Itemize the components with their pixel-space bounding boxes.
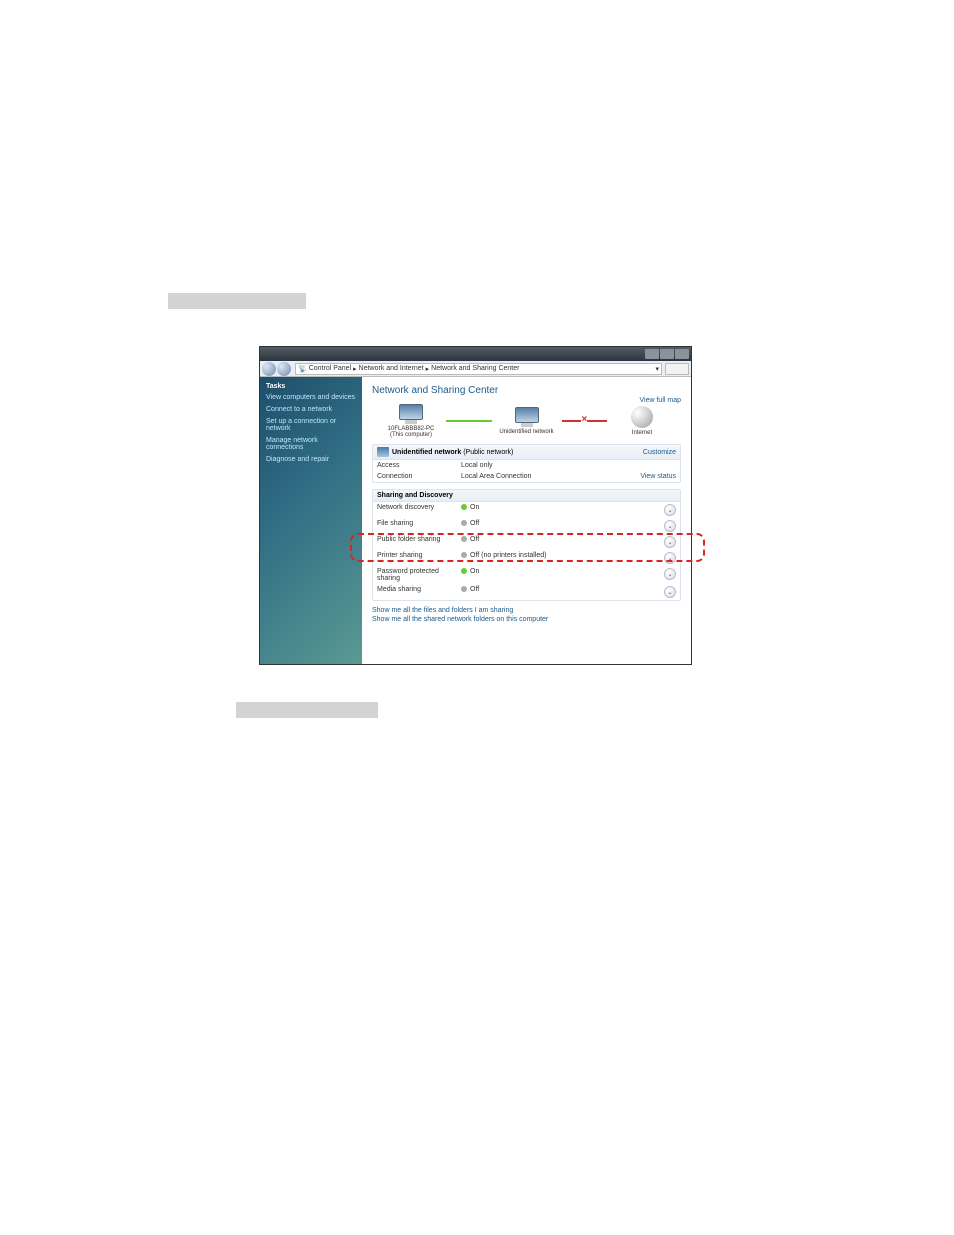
titlebar: [260, 347, 691, 361]
row-media-sharing: Media sharing Off ⌄: [373, 584, 680, 600]
expand-button[interactable]: ⌄: [664, 504, 676, 516]
expand-button[interactable]: ⌄: [664, 536, 676, 548]
expand-button[interactable]: ⌄: [664, 568, 676, 580]
connection-line-broken: [562, 420, 608, 422]
bottom-links: Show me all the files and folders I am s…: [372, 607, 681, 623]
network-type-label: (Public network): [463, 449, 513, 456]
sidebar-header: Tasks: [266, 383, 356, 390]
customize-link[interactable]: Customize: [643, 449, 676, 456]
sharing-header: Sharing and Discovery: [377, 492, 453, 499]
network-map: 10FLABBB82-PC (This computer) Unidentifi…: [376, 404, 677, 438]
row-public-folder: Public folder sharing Off ⌄: [373, 534, 680, 550]
node-label: Internet: [607, 430, 677, 436]
access-key: Access: [377, 462, 461, 469]
node-internet: Internet: [607, 406, 677, 436]
status-dot-off: [461, 536, 467, 542]
status-dot-off: [461, 520, 467, 526]
minimize-button[interactable]: [645, 349, 659, 359]
status-dot-off: [461, 552, 467, 558]
sharing-discovery-group: Sharing and Discovery Network discovery …: [372, 489, 681, 601]
view-full-map-link[interactable]: View full map: [639, 397, 681, 404]
back-button[interactable]: [262, 362, 276, 376]
row-network-discovery: Network discovery On ⌄: [373, 502, 680, 518]
sidebar: Tasks View computers and devices Connect…: [260, 377, 362, 664]
sidebar-item-view-computers[interactable]: View computers and devices: [266, 394, 356, 401]
connection-value: Local Area Connection: [461, 473, 640, 480]
show-files-link[interactable]: Show me all the files and folders I am s…: [372, 607, 681, 614]
sidebar-item-connect[interactable]: Connect to a network: [266, 406, 356, 413]
view-status-link[interactable]: View status: [640, 473, 676, 480]
status-dot-on: [461, 568, 467, 574]
forward-button[interactable]: [277, 362, 291, 376]
network-card-icon: [377, 447, 389, 457]
globe-icon: [631, 406, 653, 428]
breadcrumb-crumb[interactable]: Control Panel: [309, 365, 351, 372]
redaction-bar: [236, 702, 378, 718]
network-icon: [515, 407, 539, 427]
close-button[interactable]: [675, 349, 689, 359]
computer-icon: [399, 404, 423, 424]
network-info-group: Unidentified network (Public network) Cu…: [372, 444, 681, 483]
access-value: Local only: [461, 462, 676, 469]
breadcrumb-crumb[interactable]: Network and Internet: [359, 365, 424, 372]
sidebar-item-setup-connection[interactable]: Set up a connection or network: [266, 418, 356, 432]
vista-window: 📡 Control Panel▸ Network and Internet▸ N…: [259, 346, 692, 665]
breadcrumb[interactable]: 📡 Control Panel▸ Network and Internet▸ N…: [295, 363, 662, 375]
breadcrumb-crumb[interactable]: Network and Sharing Center: [431, 365, 519, 372]
sidebar-item-manage-connections[interactable]: Manage network connections: [266, 437, 356, 451]
maximize-button[interactable]: [660, 349, 674, 359]
main-panel: Network and Sharing Center View full map…: [362, 377, 691, 664]
node-label: Unidentified network: [492, 429, 562, 435]
address-bar: 📡 Control Panel▸ Network and Internet▸ N…: [260, 361, 691, 377]
sidebar-item-diagnose[interactable]: Diagnose and repair: [266, 456, 356, 463]
row-file-sharing: File sharing Off ⌄: [373, 518, 680, 534]
node-network: Unidentified network: [492, 407, 562, 435]
page-title: Network and Sharing Center: [372, 385, 681, 396]
row-password-sharing: Password protected sharing On ⌄: [373, 566, 680, 584]
expand-button[interactable]: ⌄: [664, 520, 676, 532]
connection-key: Connection: [377, 473, 461, 480]
expand-button[interactable]: ⌄: [664, 586, 676, 598]
redaction-bar: [168, 293, 306, 309]
node-this-pc: 10FLABBB82-PC (This computer): [376, 404, 446, 438]
expand-button[interactable]: ⌄: [664, 552, 676, 564]
search-box[interactable]: [665, 363, 689, 375]
show-folders-link[interactable]: Show me all the shared network folders o…: [372, 616, 681, 623]
status-dot-off: [461, 586, 467, 592]
status-dot-on: [461, 504, 467, 510]
network-name-label: Unidentified network: [392, 449, 461, 456]
connection-line-ok: [446, 420, 492, 422]
node-sublabel: (This computer): [376, 432, 446, 438]
row-printer-sharing: Printer sharing Off (no printers install…: [373, 550, 680, 566]
